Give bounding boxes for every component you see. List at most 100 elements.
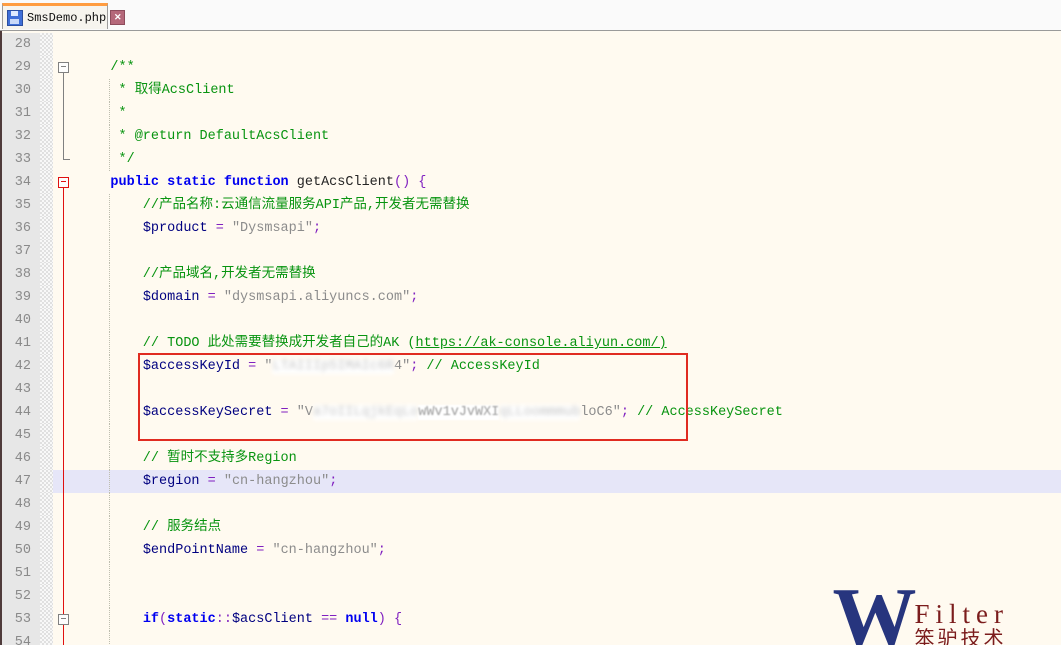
code-token: /**	[110, 60, 134, 75]
code-token: )	[378, 612, 386, 627]
fold-margin	[53, 631, 75, 645]
bookmark-margin	[40, 608, 53, 631]
code-token: "dysmsapi.aliyuncs.com"	[224, 290, 410, 305]
code-token: $domain	[143, 290, 200, 305]
code-line[interactable]: 49 // 服务结点	[0, 516, 1061, 539]
line-number: 46	[0, 447, 40, 470]
indent-guide	[109, 493, 110, 516]
code-line[interactable]: 31 *	[0, 102, 1061, 125]
fold-collapse-icon[interactable]	[58, 614, 69, 625]
indent-guide	[109, 470, 110, 493]
code-line[interactable]: 40	[0, 309, 1061, 332]
code-token: static	[167, 612, 216, 627]
code-token	[200, 474, 208, 489]
code-token: */	[78, 152, 135, 167]
code-token: 4"	[394, 359, 410, 374]
bookmark-margin	[40, 171, 53, 194]
code-token: ;	[329, 474, 337, 489]
line-number: 38	[0, 263, 40, 286]
code-line[interactable]: 43	[0, 378, 1061, 401]
window-left-border	[0, 31, 2, 645]
code-line[interactable]: 30 * 取得AcsClient	[0, 79, 1061, 102]
code-token	[78, 221, 143, 236]
code-line[interactable]: 36 $product = "Dysmsapi";	[0, 217, 1061, 240]
bookmark-margin	[40, 401, 53, 424]
code-token: =	[208, 474, 216, 489]
bookmark-margin	[40, 447, 53, 470]
fold-margin	[53, 332, 75, 355]
code-line[interactable]: 45	[0, 424, 1061, 447]
code-line[interactable]: 28	[0, 33, 1061, 56]
code-token: null	[345, 612, 377, 627]
code-token: // 服务结点	[78, 520, 221, 535]
code-line[interactable]: 39 $domain = "dysmsapi.aliyuncs.com";	[0, 286, 1061, 309]
code-token: * 取得AcsClient	[78, 83, 235, 98]
code-token: {	[418, 175, 426, 190]
bookmark-margin	[40, 79, 53, 102]
code-line[interactable]: 44 $accessKeySecret = "Va7oIILqjkEqLowWv…	[0, 401, 1061, 424]
tab-title: SmsDemo.php	[27, 11, 106, 25]
code-line[interactable]: 42 $accessKeyId = "LTAIIIp5IMAIc6R4"; //…	[0, 355, 1061, 378]
bookmark-margin	[40, 309, 53, 332]
line-number: 33	[0, 148, 40, 171]
tab-bar: SmsDemo.php ✕	[0, 0, 1061, 31]
fold-margin	[53, 516, 75, 539]
line-number: 52	[0, 585, 40, 608]
fold-collapse-icon[interactable]	[58, 62, 69, 73]
code-token	[78, 60, 110, 75]
line-number: 28	[0, 33, 40, 56]
code-token: "cn-hangzhou"	[224, 474, 329, 489]
code-line[interactable]: 34 public static function getAcsClient()…	[0, 171, 1061, 194]
code-area: 2829 /**30 * 取得AcsClient31 *32 * @return…	[0, 33, 1061, 645]
close-icon[interactable]: ✕	[110, 10, 125, 25]
code-line[interactable]: 29 /**	[0, 56, 1061, 79]
tab-smsdemo-php[interactable]: SmsDemo.php ✕	[2, 3, 108, 29]
fold-margin	[53, 102, 75, 125]
bookmark-margin	[40, 240, 53, 263]
code-token	[78, 612, 143, 627]
code-line[interactable]: 38 //产品域名,开发者无需替换	[0, 263, 1061, 286]
code-token: $endPointName	[143, 543, 248, 558]
code-line[interactable]: 48	[0, 493, 1061, 516]
code-token: * @return DefaultAcsClient	[78, 129, 329, 144]
code-token: static	[167, 175, 216, 190]
code-line[interactable]: 32 * @return DefaultAcsClient	[0, 125, 1061, 148]
code-token: ;	[621, 405, 629, 420]
line-number: 30	[0, 79, 40, 102]
fold-margin	[53, 401, 75, 424]
indent-guide	[109, 355, 110, 378]
code-line[interactable]: 50 $endPointName = "cn-hangzhou";	[0, 539, 1061, 562]
fold-margin	[53, 125, 75, 148]
fold-collapse-icon[interactable]	[58, 177, 69, 188]
indent-guide	[109, 309, 110, 332]
code-line[interactable]: 41 // TODO 此处需要替换成开发者自己的AK (https://ak-c…	[0, 332, 1061, 355]
wfilter-logo-icon: W	[833, 585, 913, 645]
redacted-key-text: a7oIILqjkEqLo	[313, 405, 418, 420]
code-token: // 暂时不支持多Region	[78, 451, 297, 466]
code-token: (	[159, 612, 167, 627]
fold-margin	[53, 562, 75, 585]
fold-margin	[53, 286, 75, 309]
indent-guide	[109, 447, 110, 470]
code-token: "V	[297, 405, 313, 420]
bookmark-margin	[40, 539, 53, 562]
code-token: ==	[321, 612, 337, 627]
ak-console-link[interactable]: https://ak-console.aliyun.com/)	[416, 336, 667, 351]
redacted-key-text: qLLoommmub	[499, 405, 580, 420]
fold-margin	[53, 355, 75, 378]
code-line[interactable]: 46 // 暂时不支持多Region	[0, 447, 1061, 470]
code-token	[289, 175, 297, 190]
code-line[interactable]: 37	[0, 240, 1061, 263]
line-number: 53	[0, 608, 40, 631]
line-number: 44	[0, 401, 40, 424]
line-number: 29	[0, 56, 40, 79]
editor[interactable]: 2829 /**30 * 取得AcsClient31 *32 * @return…	[0, 31, 1061, 645]
code-line[interactable]: 33 */	[0, 148, 1061, 171]
code-line[interactable]: 47 $region = "cn-hangzhou";	[0, 470, 1061, 493]
indent-guide	[109, 332, 110, 355]
code-token: if	[143, 612, 159, 627]
fold-margin	[53, 194, 75, 217]
bookmark-margin	[40, 585, 53, 608]
line-number: 40	[0, 309, 40, 332]
code-line[interactable]: 35 //产品名称:云通信流量服务API产品,开发者无需替换	[0, 194, 1061, 217]
